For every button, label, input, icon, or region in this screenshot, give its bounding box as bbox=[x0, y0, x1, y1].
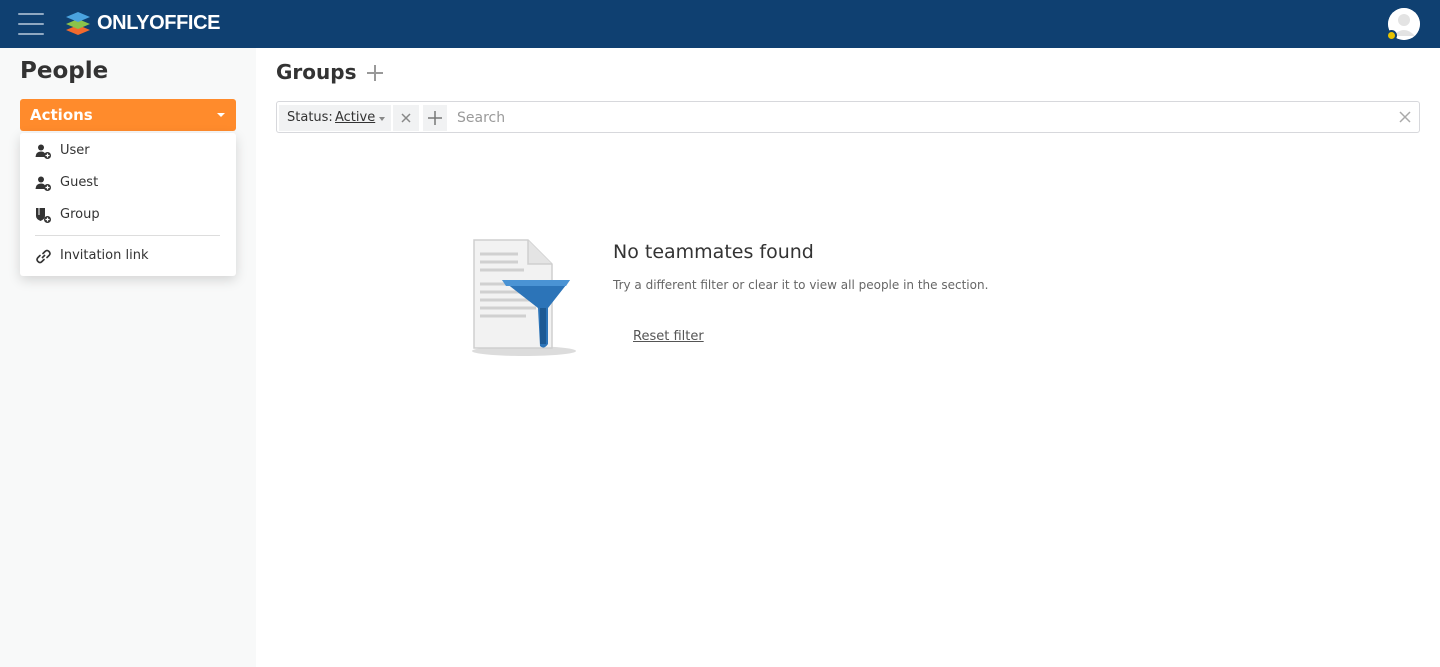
reset-filter-link[interactable]: Reset filter bbox=[633, 329, 704, 344]
empty-state-description: Try a different filter or clear it to vi… bbox=[613, 278, 989, 292]
onlyoffice-logo-icon bbox=[66, 12, 90, 35]
link-icon bbox=[36, 249, 51, 264]
status-filter-chip[interactable]: Status: Active bbox=[279, 105, 392, 131]
add-filter-button[interactable] bbox=[423, 105, 451, 131]
menu-item-user[interactable]: User bbox=[20, 136, 236, 166]
menu-item-group[interactable]: Group bbox=[20, 200, 236, 230]
menu-item-guest[interactable]: Guest bbox=[20, 168, 236, 198]
chevron-down-icon bbox=[379, 117, 385, 121]
empty-filter-illustration-icon bbox=[472, 239, 576, 356]
page-title: Groups bbox=[276, 60, 357, 84]
onlyoffice-logo[interactable]: ONLYOFFICE bbox=[64, 9, 220, 37]
menu-divider bbox=[35, 235, 220, 236]
status-filter-key: Status: bbox=[287, 110, 333, 125]
remove-filter-button[interactable] bbox=[393, 105, 419, 131]
clear-search-icon[interactable] bbox=[1397, 108, 1413, 126]
status-filter-value[interactable]: Active bbox=[335, 110, 375, 125]
close-icon bbox=[401, 113, 411, 123]
status-badge bbox=[1386, 30, 1397, 41]
user-add-icon bbox=[35, 144, 51, 159]
menu-item-label: Group bbox=[60, 207, 100, 222]
search-input[interactable] bbox=[457, 106, 1387, 130]
actions-button[interactable]: Actions bbox=[20, 99, 236, 131]
group-add-icon bbox=[36, 208, 51, 223]
empty-state-title: No teammates found bbox=[613, 241, 814, 263]
menu-item-label: User bbox=[60, 143, 90, 158]
top-header: ONLYOFFICE bbox=[0, 0, 1440, 48]
hamburger-menu-icon[interactable] bbox=[18, 12, 44, 36]
actions-button-label: Actions bbox=[30, 106, 93, 124]
filter-bar: Status: Active bbox=[276, 101, 1420, 133]
menu-item-invitation-link[interactable]: Invitation link bbox=[20, 241, 236, 271]
section-title: People bbox=[20, 58, 109, 84]
menu-item-label: Guest bbox=[60, 175, 99, 190]
actions-dropdown-menu: User Guest Group Invitation link bbox=[20, 133, 236, 276]
logo-text: ONLYOFFICE bbox=[97, 11, 221, 34]
chevron-down-icon bbox=[217, 113, 225, 117]
menu-item-label: Invitation link bbox=[60, 248, 149, 263]
add-group-plus-icon[interactable] bbox=[366, 64, 384, 82]
close-icon bbox=[1399, 111, 1411, 123]
plus-icon bbox=[428, 105, 451, 131]
guest-add-icon bbox=[35, 176, 51, 191]
